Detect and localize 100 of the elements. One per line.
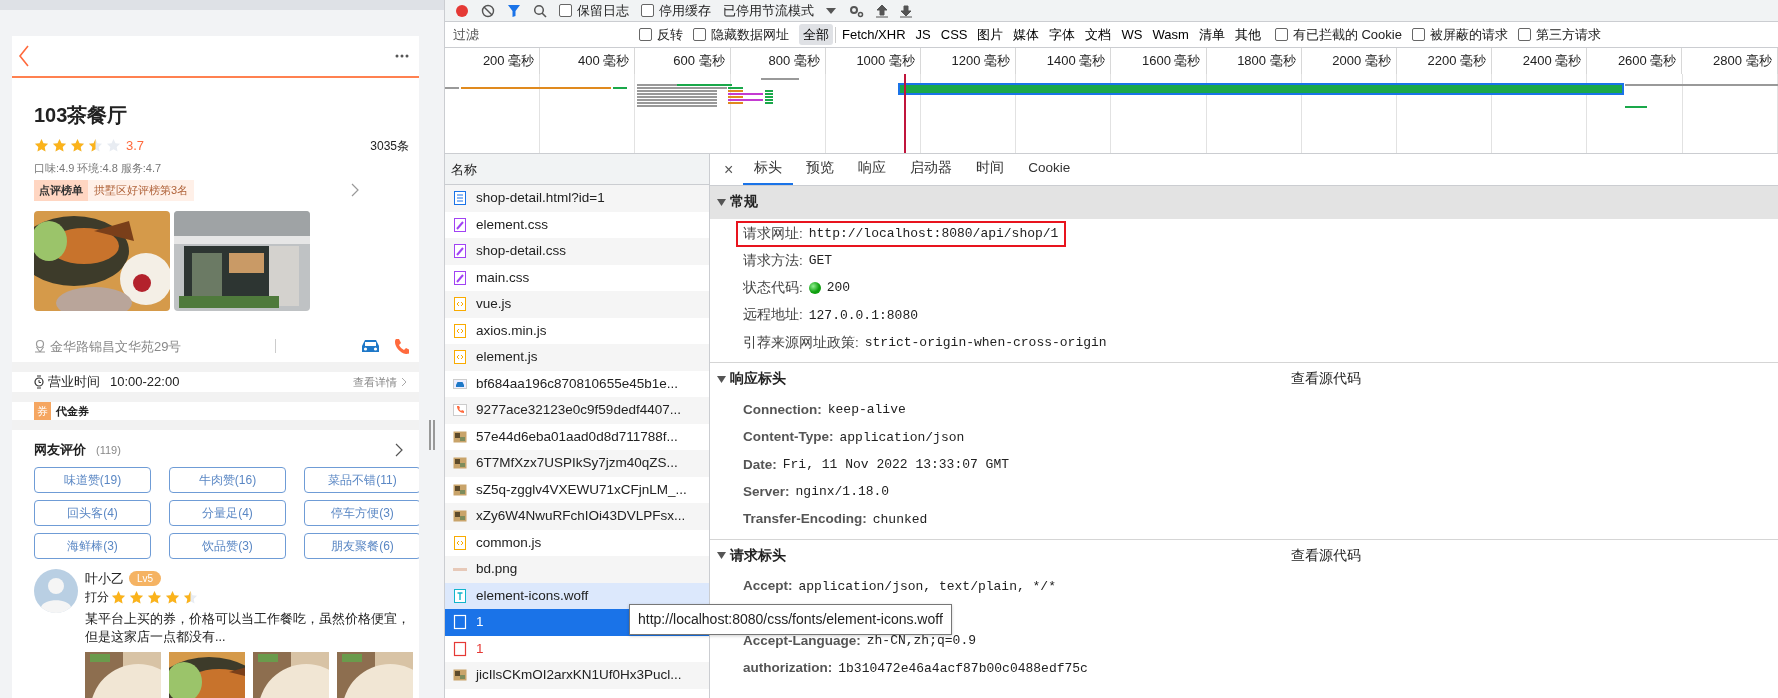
section-title[interactable]: 常规: [730, 192, 758, 213]
request-row[interactable]: main.css: [445, 264, 709, 291]
expand-triangle-icon[interactable]: [717, 376, 726, 383]
review-tag[interactable]: 分量足(4): [169, 499, 286, 526]
details-link[interactable]: 查看详情: [353, 373, 407, 390]
tab[interactable]: 预览: [795, 154, 846, 185]
request-row[interactable]: common.js: [445, 529, 709, 556]
request-row[interactable]: element.js: [445, 344, 709, 371]
checkbox[interactable]: [1517, 28, 1531, 41]
request-row[interactable]: axios.min.js: [445, 317, 709, 344]
voucher-badge: 券: [34, 401, 51, 420]
request-name: element-icons.woff: [476, 586, 589, 605]
type-filter[interactable]: Fetch/XHR: [838, 23, 910, 46]
review-tag[interactable]: 饮品赞(3): [169, 532, 286, 559]
more-icon[interactable]: [395, 54, 409, 58]
filter-icon[interactable]: [507, 3, 521, 18]
request-row[interactable]: xZy6W4NwuRFchIOi43DVLPFsx...: [445, 503, 709, 530]
record-icon[interactable]: [455, 3, 469, 18]
request-row[interactable]: element.css: [445, 211, 709, 238]
request-icon: [453, 640, 467, 657]
type-filter[interactable]: 媒体: [1009, 23, 1044, 46]
rank-text[interactable]: 拱墅区好评榜第3名: [88, 180, 195, 201]
view-source-link[interactable]: 查看源代码: [1291, 369, 1361, 390]
request-row[interactable]: jicIlsCKmOI2arxKN1Uf0Hx3Pucl...: [445, 662, 709, 689]
caret-icon[interactable]: [826, 7, 836, 14]
header-key: 远程地址:: [743, 305, 803, 326]
scrollbar-thumb[interactable]: [428, 420, 435, 450]
phone-icon[interactable]: [393, 337, 409, 355]
search-icon[interactable]: [533, 3, 547, 18]
header-key: Transfer-Encoding:: [743, 509, 867, 530]
tick-label: 400 毫秒: [578, 53, 630, 68]
upload-icon[interactable]: [876, 3, 888, 18]
expand-triangle-icon[interactable]: [717, 199, 726, 206]
header-value: 127.0.0.1:8080: [808, 306, 918, 325]
clear-icon[interactable]: [481, 3, 495, 18]
request-row[interactable]: vue.js: [445, 291, 709, 318]
checkbox[interactable]: [693, 28, 706, 41]
type-filter[interactable]: JS: [911, 23, 935, 46]
checkbox[interactable]: [641, 4, 654, 17]
request-row[interactable]: 1: [445, 635, 709, 662]
type-filter[interactable]: 全部: [799, 23, 833, 46]
type-filter[interactable]: WS: [1117, 23, 1147, 46]
header-value: nginx/1.18.0: [795, 483, 890, 502]
header-key: 引荐来源网址政策:: [743, 332, 859, 353]
tick-label: 1400 毫秒: [1046, 53, 1106, 68]
request-row[interactable]: 6T7MfXzx7USPIkSy7jzm40qZS...: [445, 450, 709, 477]
request-row[interactable]: shop-detail.html?id=1: [445, 185, 709, 212]
type-filter[interactable]: 清单: [1194, 23, 1229, 46]
request-row[interactable]: sZ5q-zgglv4VXEWU71xCFjnLM_...: [445, 476, 709, 503]
gear-icon[interactable]: [848, 3, 864, 18]
checkbox[interactable]: [559, 4, 572, 17]
review-tag[interactable]: 海鲜棒(3): [34, 532, 151, 559]
hours-value: 10:00-22:00: [110, 373, 180, 391]
request-row[interactable]: bd.png: [445, 556, 709, 583]
request-row[interactable]: shop-detail.css: [445, 238, 709, 265]
checkbox[interactable]: [1274, 28, 1288, 41]
stylesheet-icon: [453, 216, 467, 233]
request-row[interactable]: 57e44d6eba01aad0d8d711788f...: [445, 423, 709, 450]
review-text: 某平台上买的券，价格可以当工作餐吃，虽然价格便宜，但是这家店一点都没有...: [85, 611, 411, 646]
image-icon: [453, 567, 467, 571]
request-row[interactable]: 9277ace32123e0c9f59dedf4407...: [445, 397, 709, 424]
review-tag[interactable]: 味道赞(19): [34, 466, 151, 493]
type-filter[interactable]: 图片: [973, 23, 1008, 46]
header-key: Accept:: [743, 576, 793, 597]
review-tag[interactable]: 菜品不错(11): [304, 466, 419, 493]
chevron-right-icon[interactable]: [395, 442, 403, 457]
view-source-link[interactable]: 查看源代码: [1291, 545, 1361, 567]
hours-label: 营业时间: [48, 373, 100, 391]
type-filter[interactable]: 文档: [1081, 23, 1116, 46]
back-icon[interactable]: [18, 45, 30, 67]
request-row[interactable]: bf684aa196c870810655e45b1e...: [445, 370, 709, 397]
shop-name: 103茶餐厅: [34, 103, 129, 128]
section-title[interactable]: 请求标头: [730, 545, 786, 567]
review-tag[interactable]: 牛肉赞(16): [169, 466, 286, 493]
download-icon[interactable]: [900, 3, 912, 18]
chevron-right-icon: [401, 376, 407, 387]
review-tag[interactable]: 朋友聚餐(6): [304, 532, 419, 559]
tab[interactable]: 启动器: [899, 154, 964, 185]
checkbox[interactable]: [639, 28, 652, 41]
tab[interactable]: 响应: [847, 154, 898, 185]
column-header[interactable]: 名称: [445, 154, 709, 185]
expand-triangle-icon[interactable]: [717, 552, 726, 560]
close-button[interactable]: ×: [716, 154, 742, 185]
section-title[interactable]: 响应标头: [730, 369, 786, 390]
type-filter[interactable]: 字体: [1045, 23, 1080, 46]
review-count: 3035条: [370, 137, 409, 155]
checkbox[interactable]: [1411, 28, 1425, 41]
reviews-title: 网友评价: [34, 441, 86, 459]
throttle-select[interactable]: 已停用节流模式: [723, 0, 814, 21]
review-tag[interactable]: 回头客(4): [34, 499, 151, 526]
review-tag[interactable]: 停车方便(3): [304, 499, 419, 526]
type-filter[interactable]: CSS: [936, 23, 972, 46]
type-filter[interactable]: 其他: [1230, 23, 1265, 46]
type-filter[interactable]: Wasm: [1148, 23, 1193, 46]
tab[interactable]: 时间: [965, 154, 1016, 185]
header-key: Connection:: [743, 400, 822, 421]
font-icon: [453, 587, 467, 604]
tab[interactable]: Cookie: [1017, 154, 1082, 185]
car-icon[interactable]: [360, 338, 381, 355]
star-icon: [70, 138, 85, 154]
